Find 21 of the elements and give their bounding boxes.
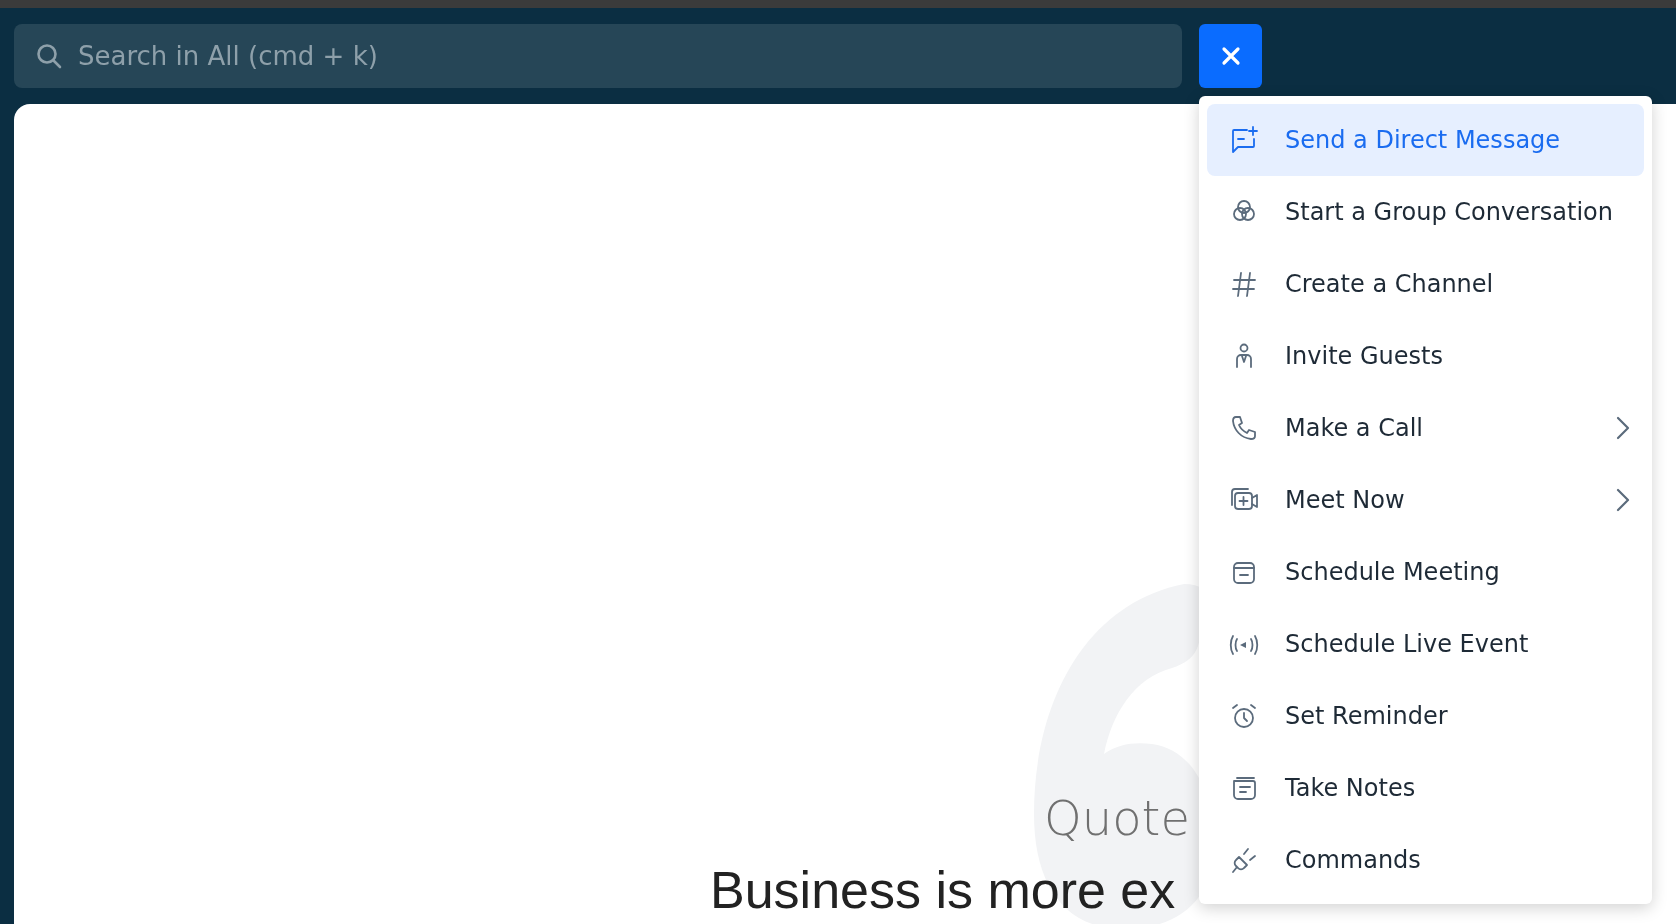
quote-label: Quote — [1044, 790, 1191, 846]
quote-text: Business is more ex — [710, 860, 1176, 920]
menu-item[interactable]: Schedule Live Event — [1207, 608, 1644, 680]
menu-item[interactable]: Commands — [1207, 824, 1644, 896]
menu-item[interactable]: Start a Group Conversation — [1207, 176, 1644, 248]
menu-item[interactable]: Take Notes — [1207, 752, 1644, 824]
menu-item[interactable]: Create a Channel — [1207, 248, 1644, 320]
alarm-clock-icon — [1229, 701, 1259, 731]
chat-plus-icon — [1229, 125, 1259, 155]
close-button[interactable] — [1199, 24, 1262, 88]
hash-icon — [1229, 269, 1259, 299]
menu-item[interactable]: Schedule Meeting — [1207, 536, 1644, 608]
menu-item[interactable]: Make a Call — [1207, 392, 1644, 464]
close-icon — [1220, 46, 1241, 66]
menu-item[interactable]: Send a Direct Message — [1207, 104, 1644, 176]
search-field[interactable]: Search in All (cmd + k) — [14, 24, 1182, 88]
menu-item[interactable]: Invite Guests — [1207, 320, 1644, 392]
menu-item[interactable]: Set Reminder — [1207, 680, 1644, 752]
plug-icon — [1229, 845, 1259, 875]
phone-icon — [1229, 413, 1259, 443]
menu-item[interactable]: Meet Now — [1207, 464, 1644, 536]
